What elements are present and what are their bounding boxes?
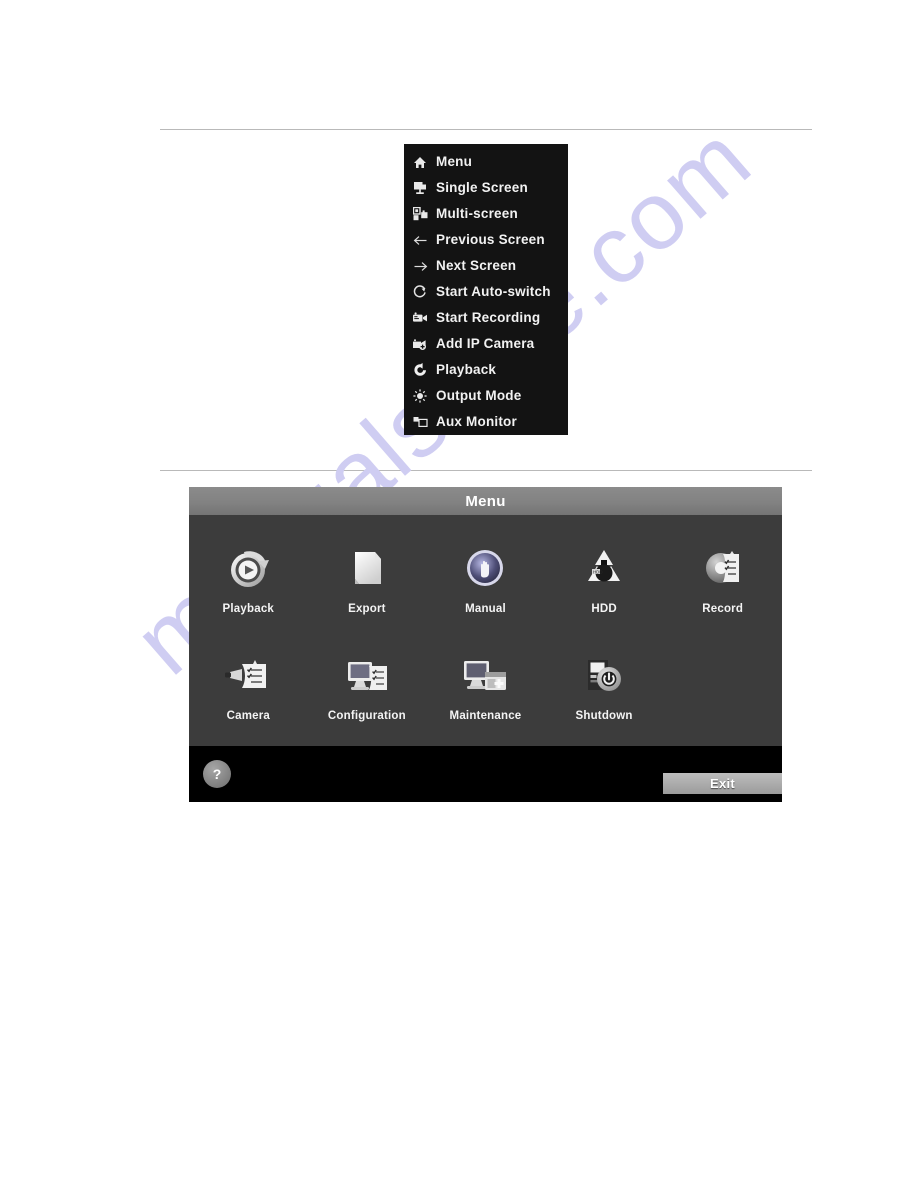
menu-tile-export[interactable]: Export (308, 541, 427, 615)
menu-tile-label: Camera (226, 710, 270, 722)
context-menu-label: Previous Screen (436, 232, 545, 248)
refresh-circle-icon (410, 283, 430, 301)
playback-disc-icon (220, 541, 276, 597)
exit-button[interactable]: Exit (663, 773, 782, 794)
dvr-menu-window: Menu Playback Export Manual HDD HDD Reco… (189, 487, 782, 802)
menu-tile-label: Maintenance (449, 710, 522, 722)
context-menu-item-next-screen[interactable]: Next Screen (404, 253, 568, 279)
menu-tile-manual[interactable]: Manual (426, 541, 545, 615)
menu-tile-camera[interactable]: Camera (189, 648, 308, 722)
dvr-menu-row-2: Camera Configuration Maintenance Shutdow… (189, 648, 782, 722)
dvr-menu-icon-grid: Playback Export Manual HDD HDD Record Ca… (189, 515, 782, 746)
context-menu-item-playback[interactable]: Playback (404, 357, 568, 383)
maintenance-icon (457, 648, 513, 704)
menu-tile-label: HDD (591, 603, 617, 615)
configuration-monitor-icon (339, 648, 395, 704)
context-menu-label: Menu (436, 154, 473, 170)
context-menu-item-menu[interactable]: Menu (404, 149, 568, 175)
context-menu-label: Start Auto-switch (436, 284, 551, 300)
hdd-icon: HDD (576, 541, 632, 597)
dvr-menu-row-1: Playback Export Manual HDD HDD Record (189, 541, 782, 615)
menu-tile-configuration[interactable]: Configuration (308, 648, 427, 722)
context-menu-label: Start Recording (436, 310, 541, 326)
brightness-icon (410, 387, 430, 405)
shutdown-power-icon (576, 648, 632, 704)
context-menu-label: Multi-screen (436, 206, 518, 222)
dvr-menu-title-bar: Menu (189, 487, 782, 515)
aux-monitor-icon (410, 413, 430, 431)
record-schedule-icon (695, 541, 751, 597)
context-menu-item-start-recording[interactable]: Start Recording (404, 305, 568, 331)
context-menu-item-output-mode[interactable]: Output Mode (404, 383, 568, 409)
menu-tile-record[interactable]: Record (663, 541, 782, 615)
context-menu-label: Output Mode (436, 388, 522, 404)
arrow-left-icon (410, 231, 430, 249)
single-screen-icon (410, 179, 430, 197)
export-document-icon (339, 541, 395, 597)
svg-text:HDD: HDD (593, 569, 603, 574)
context-menu-item-single-screen[interactable]: Single Screen (404, 175, 568, 201)
menu-tile-label: Manual (465, 603, 506, 615)
divider-rule-middle (160, 470, 812, 471)
context-menu-item-aux-monitor[interactable]: Aux Monitor (404, 409, 568, 435)
context-menu-label: Aux Monitor (436, 414, 517, 430)
camera-icon (220, 648, 276, 704)
context-menu-label: Single Screen (436, 180, 528, 196)
help-button[interactable]: ? (203, 760, 231, 788)
context-menu-label: Playback (436, 362, 497, 378)
menu-tile-maintenance[interactable]: Maintenance (426, 648, 545, 722)
menu-tile-label: Export (348, 603, 386, 615)
home-icon (410, 153, 430, 171)
menu-tile-label: Record (702, 603, 744, 615)
menu-tile-hdd[interactable]: HDD HDD (545, 541, 664, 615)
context-menu-item-add-ip-camera[interactable]: Add IP Camera (404, 331, 568, 357)
page-title: Menu (465, 492, 506, 510)
video-camera-icon (410, 309, 430, 327)
context-menu-item-previous-screen[interactable]: Previous Screen (404, 227, 568, 253)
context-menu-label: Add IP Camera (436, 336, 535, 352)
add-camera-icon (410, 335, 430, 353)
menu-tile-label: Configuration (327, 710, 406, 722)
divider-rule-top (160, 129, 812, 130)
menu-tile-label: Shutdown (575, 710, 633, 722)
right-click-context-menu: Menu Single Screen Multi-screen Previous… (404, 144, 568, 435)
page-root: manualshive.com Menu Single Screen Multi… (0, 0, 918, 1188)
manual-hand-icon (457, 541, 513, 597)
context-menu-item-multi-screen[interactable]: Multi-screen (404, 201, 568, 227)
menu-tile-label: Playback (222, 603, 275, 615)
menu-tile-empty (663, 648, 782, 722)
playback-arrow-icon (410, 361, 430, 379)
arrow-right-icon (410, 257, 430, 275)
dvr-menu-footer: ? Exit (189, 746, 782, 802)
menu-tile-shutdown[interactable]: Shutdown (545, 648, 664, 722)
context-menu-item-start-auto-switch[interactable]: Start Auto-switch (404, 279, 568, 305)
menu-tile-playback[interactable]: Playback (189, 541, 308, 615)
context-menu-label: Next Screen (436, 258, 517, 274)
multi-screen-icon (410, 205, 430, 223)
